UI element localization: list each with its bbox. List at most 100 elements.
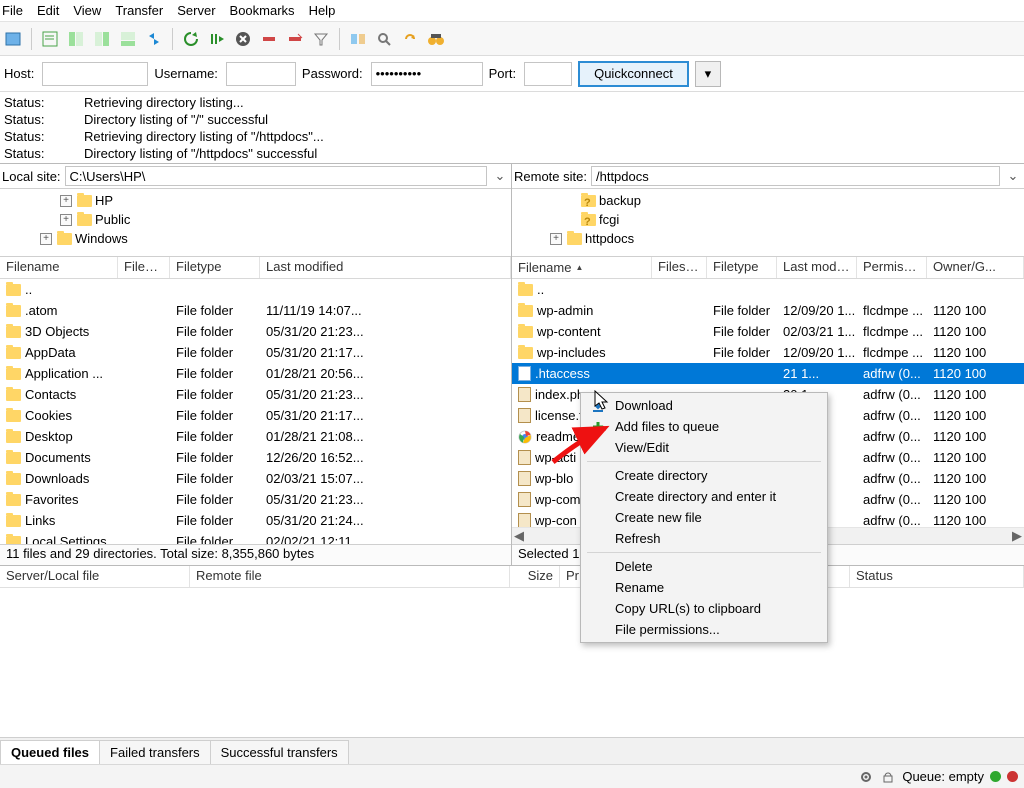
file-row[interactable]: .. bbox=[0, 279, 511, 300]
tab-failed[interactable]: Failed transfers bbox=[99, 740, 211, 764]
remote-list-header[interactable]: Filename▲ Filesize Filetype Last modifi.… bbox=[512, 257, 1024, 279]
search-icon[interactable] bbox=[373, 28, 395, 50]
ctx-create-dir[interactable]: Create directory bbox=[581, 465, 827, 486]
file-row[interactable]: .htaccess21 1...adfrw (0...1120 100 bbox=[512, 363, 1024, 384]
file-row[interactable]: DocumentsFile folder12/26/20 16:52... bbox=[0, 447, 511, 468]
file-row[interactable]: LinksFile folder05/31/20 21:24... bbox=[0, 510, 511, 531]
sync-icon[interactable] bbox=[399, 28, 421, 50]
sync-browse-icon[interactable] bbox=[143, 28, 165, 50]
tree-item[interactable]: backup bbox=[512, 191, 1024, 210]
file-row[interactable]: Application ...File folder01/28/21 20:56… bbox=[0, 363, 511, 384]
file-row[interactable]: AppDataFile folder05/31/20 21:17... bbox=[0, 342, 511, 363]
file-row[interactable]: CookiesFile folder05/31/20 21:17... bbox=[0, 405, 511, 426]
host-input[interactable] bbox=[42, 62, 148, 86]
col-filesize[interactable]: Filesize bbox=[118, 257, 170, 278]
refresh-icon[interactable] bbox=[180, 28, 202, 50]
quickconnect-dropdown[interactable]: ▾ bbox=[695, 61, 721, 87]
menu-server[interactable]: Server bbox=[177, 3, 215, 18]
ctx-file-perms[interactable]: File permissions... bbox=[581, 619, 827, 640]
remote-path-dropdown[interactable]: ⌄ bbox=[1004, 168, 1022, 184]
col-lastmod[interactable]: Last modified bbox=[260, 257, 511, 278]
compare-icon[interactable] bbox=[347, 28, 369, 50]
ctx-delete[interactable]: Delete bbox=[581, 556, 827, 577]
menu-bookmarks[interactable]: Bookmarks bbox=[230, 3, 295, 18]
toggle-local-tree-icon[interactable] bbox=[65, 28, 87, 50]
local-file-list[interactable]: ...atomFile folder11/11/19 14:07...3D Ob… bbox=[0, 279, 511, 544]
menu-edit[interactable]: Edit bbox=[37, 3, 59, 18]
col-r-perms[interactable]: Permissi... bbox=[857, 257, 927, 278]
binoculars-icon[interactable] bbox=[425, 28, 447, 50]
ctx-create-file[interactable]: Create new file bbox=[581, 507, 827, 528]
file-row[interactable]: FavoritesFile folder05/31/20 21:23... bbox=[0, 489, 511, 510]
tree-item[interactable]: fcgi bbox=[512, 210, 1024, 229]
ctx-refresh[interactable]: Refresh bbox=[581, 528, 827, 549]
col-server-local[interactable]: Server/Local file bbox=[0, 566, 190, 587]
lock-icon[interactable] bbox=[880, 769, 896, 785]
file-row[interactable]: 3D ObjectsFile folder05/31/20 21:23... bbox=[0, 321, 511, 342]
username-input[interactable] bbox=[226, 62, 296, 86]
toggle-queue-icon[interactable] bbox=[117, 28, 139, 50]
ctx-create-dir-enter[interactable]: Create directory and enter it bbox=[581, 486, 827, 507]
tree-item[interactable]: +HP bbox=[0, 191, 511, 210]
col-r-filetype[interactable]: Filetype bbox=[707, 257, 777, 278]
site-manager-icon[interactable] bbox=[2, 28, 24, 50]
file-row[interactable]: DownloadsFile folder02/03/21 15:07... bbox=[0, 468, 511, 489]
ctx-rename[interactable]: Rename bbox=[581, 577, 827, 598]
file-row[interactable]: .. bbox=[512, 279, 1024, 300]
file-row[interactable]: wp-includesFile folder12/09/20 1...flcdm… bbox=[512, 342, 1024, 363]
file-row[interactable]: Local SettingsFile folder02/02/21 12:11.… bbox=[0, 531, 511, 544]
tree-item[interactable]: +Windows bbox=[0, 229, 511, 248]
col-r-owner[interactable]: Owner/G... bbox=[927, 257, 1024, 278]
file-row[interactable]: ContactsFile folder05/31/20 21:23... bbox=[0, 384, 511, 405]
reconnect-icon[interactable] bbox=[284, 28, 306, 50]
ctx-view-edit[interactable]: View/Edit bbox=[581, 437, 827, 458]
tree-item[interactable]: +httpdocs bbox=[512, 229, 1024, 248]
file-row[interactable]: .atomFile folder11/11/19 14:07... bbox=[0, 300, 511, 321]
process-queue-icon[interactable] bbox=[206, 28, 228, 50]
local-path-input[interactable] bbox=[65, 166, 487, 186]
ctx-copy-url[interactable]: Copy URL(s) to clipboard bbox=[581, 598, 827, 619]
col-r-lastmod[interactable]: Last modifi... bbox=[777, 257, 857, 278]
ctx-add-queue[interactable]: Add files to queue bbox=[581, 416, 827, 437]
col-remote-file[interactable]: Remote file bbox=[190, 566, 510, 587]
password-input[interactable] bbox=[371, 62, 483, 86]
queue-header[interactable]: Server/Local file Remote file Size Pr St… bbox=[0, 566, 1024, 588]
menu-view[interactable]: View bbox=[73, 3, 101, 18]
col-status[interactable]: Status bbox=[850, 566, 1024, 587]
expand-icon[interactable]: + bbox=[60, 214, 72, 226]
folder-icon bbox=[77, 214, 92, 226]
cancel-icon[interactable] bbox=[232, 28, 254, 50]
local-tree[interactable]: +HP+Public+Windows bbox=[0, 189, 511, 257]
expand-icon[interactable]: + bbox=[550, 233, 562, 245]
quickconnect-button[interactable]: Quickconnect bbox=[578, 61, 689, 87]
remote-path-input[interactable] bbox=[591, 166, 1000, 186]
local-list-header[interactable]: Filename Filesize Filetype Last modified bbox=[0, 257, 511, 279]
queue-body[interactable] bbox=[0, 588, 1024, 737]
tab-queued[interactable]: Queued files bbox=[0, 740, 100, 764]
expand-icon[interactable]: + bbox=[60, 195, 72, 207]
message-log[interactable]: Status:Retrieving directory listing... S… bbox=[0, 92, 1024, 164]
col-r-filesize[interactable]: Filesize bbox=[652, 257, 707, 278]
expand-icon[interactable]: + bbox=[40, 233, 52, 245]
menu-file[interactable]: File bbox=[2, 3, 23, 18]
file-row[interactable]: wp-adminFile folder12/09/20 1...flcdmpe … bbox=[512, 300, 1024, 321]
ctx-download[interactable]: Download bbox=[581, 395, 827, 416]
tree-item[interactable]: +Public bbox=[0, 210, 511, 229]
port-input[interactable] bbox=[524, 62, 572, 86]
col-filename[interactable]: Filename bbox=[0, 257, 118, 278]
menu-transfer[interactable]: Transfer bbox=[115, 3, 163, 18]
remote-tree[interactable]: backupfcgi+httpdocs bbox=[512, 189, 1024, 257]
gear-icon[interactable] bbox=[858, 769, 874, 785]
col-filetype[interactable]: Filetype bbox=[170, 257, 260, 278]
menu-help[interactable]: Help bbox=[309, 3, 336, 18]
filter-icon[interactable] bbox=[310, 28, 332, 50]
toggle-remote-tree-icon[interactable] bbox=[91, 28, 113, 50]
file-row[interactable]: wp-contentFile folder02/03/21 1...flcdmp… bbox=[512, 321, 1024, 342]
col-r-filename[interactable]: Filename▲ bbox=[512, 257, 652, 278]
file-row[interactable]: DesktopFile folder01/28/21 21:08... bbox=[0, 426, 511, 447]
local-path-dropdown[interactable]: ⌄ bbox=[491, 168, 509, 184]
tab-successful[interactable]: Successful transfers bbox=[210, 740, 349, 764]
col-size[interactable]: Size bbox=[510, 566, 560, 587]
disconnect-icon[interactable] bbox=[258, 28, 280, 50]
toggle-log-icon[interactable] bbox=[39, 28, 61, 50]
